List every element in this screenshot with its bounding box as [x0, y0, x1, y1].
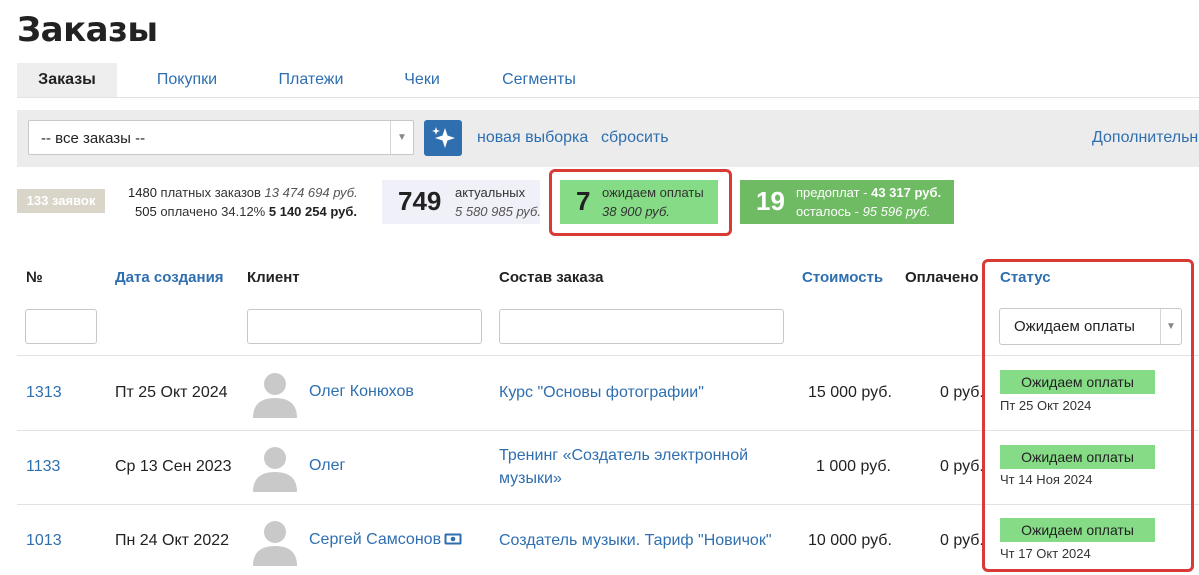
- tab-payments[interactable]: Платежи: [261, 63, 361, 97]
- sparkle-icon: [432, 127, 455, 148]
- avatar: [249, 514, 301, 566]
- new-selection-link[interactable]: новая выборка: [477, 129, 588, 147]
- magic-wand-button[interactable]: [424, 120, 462, 156]
- prepay-count: 19: [756, 186, 785, 216]
- tab-receipts[interactable]: Чеки: [377, 63, 467, 97]
- client-link[interactable]: Олег Конюхов: [309, 383, 414, 401]
- additional-link[interactable]: Дополнительн: [1092, 129, 1198, 147]
- order-contents-link[interactable]: Создатель музыки. Тариф "Новичок": [499, 532, 772, 550]
- reset-link[interactable]: сбросить: [601, 129, 669, 147]
- paid-orders-stat[interactable]: 1480 платных заказов 13 474 694 руб.: [128, 185, 358, 200]
- order-cost: 15 000 руб.: [808, 384, 892, 401]
- actual-sum: 5 580 985 руб.: [455, 204, 541, 219]
- prepayments-card[interactable]: 19 предоплат - 43 317 руб. осталось - 95…: [740, 180, 954, 224]
- tab-purchases[interactable]: Покупки: [137, 63, 237, 97]
- col-header-client: Клиент: [247, 269, 300, 286]
- tab-orders[interactable]: Заказы: [17, 63, 117, 97]
- col-header-contents: Состав заказа: [499, 269, 604, 286]
- order-contents-link[interactable]: Курс "Основы фотографии": [499, 384, 704, 402]
- order-paid: 0 руб.: [940, 384, 984, 401]
- order-paid: 0 руб.: [940, 458, 984, 475]
- col-header-num[interactable]: №: [26, 269, 43, 286]
- order-contents-link[interactable]: Тренинг «Создатель электронной: [499, 447, 748, 465]
- col-header-paid: Оплачено: [905, 269, 979, 286]
- orders-filter-select[interactable]: -- все заказы -- ▼: [28, 120, 414, 155]
- actual-label: актуальных: [455, 185, 526, 200]
- contents-filter-input[interactable]: [499, 309, 784, 344]
- highlight-status-outline: [982, 259, 1194, 572]
- page-title: Заказы: [17, 10, 158, 50]
- client-link[interactable]: Олег: [309, 457, 345, 475]
- money-icon: [444, 533, 462, 545]
- tab-segments[interactable]: Сегменты: [489, 63, 589, 97]
- order-id-link[interactable]: 1133: [26, 458, 60, 476]
- order-id-link[interactable]: 1013: [26, 532, 62, 550]
- actual-orders-card[interactable]: 749 актуальных 5 580 985 руб.: [382, 180, 541, 224]
- client-filter-input[interactable]: [247, 309, 482, 344]
- left-line: осталось - 95 596 руб.: [796, 204, 931, 219]
- order-id-link[interactable]: 1313: [26, 384, 62, 402]
- col-header-created[interactable]: Дата создания: [115, 269, 224, 286]
- order-contents-link-line2[interactable]: музыки»: [499, 470, 562, 488]
- highlight-waiting-outline: [549, 169, 732, 236]
- tabs-bar: Заказы Покупки Платежи Чеки Сегменты: [17, 63, 1199, 98]
- order-date: Пн 24 Окт 2022: [115, 532, 230, 549]
- avatar: [249, 366, 301, 418]
- actual-count: 749: [398, 186, 442, 216]
- select-value: -- все заказы --: [41, 130, 146, 147]
- chevron-down-icon[interactable]: ▼: [390, 121, 413, 154]
- avatar: [249, 440, 301, 492]
- order-date: Ср 13 Сен 2023: [115, 458, 232, 475]
- client-link[interactable]: Сергей Самсонов: [309, 531, 441, 549]
- order-cost: 10 000 руб.: [808, 532, 892, 549]
- paid-stat[interactable]: 505 оплачено 34.12% 5 140 254 руб.: [135, 204, 357, 219]
- prepay-line: предоплат - 43 317 руб.: [796, 185, 942, 200]
- order-date: Пт 25 Окт 2024: [115, 384, 228, 401]
- order-paid: 0 руб.: [940, 532, 984, 549]
- filter-bar: -- все заказы -- ▼ новая выборка сбросит…: [17, 110, 1199, 167]
- requests-badge[interactable]: 133 заявок: [17, 189, 105, 213]
- num-filter-input[interactable]: [25, 309, 97, 344]
- col-header-cost[interactable]: Стоимость: [802, 269, 883, 286]
- order-cost: 1 000 руб.: [816, 458, 891, 475]
